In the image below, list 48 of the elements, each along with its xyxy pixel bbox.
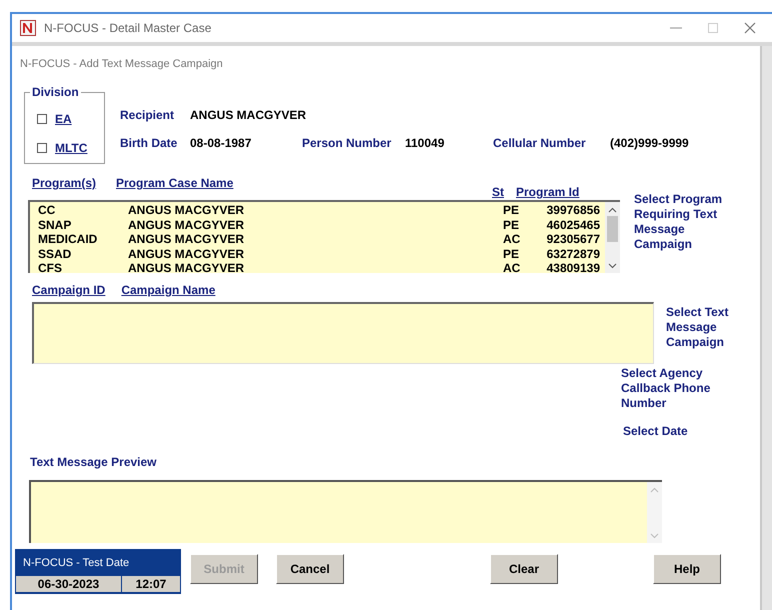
preview-label: Text Message Preview [30, 455, 157, 469]
program-row[interactable]: SNAP ANGUS MACGYVER PE 46025465 [38, 218, 605, 232]
action-button[interactable]: Help [653, 554, 721, 584]
person-number-value: 110049 [405, 135, 446, 152]
column-header[interactable]: Program(s) [28, 174, 116, 192]
callback-label: Select Agency Callback Phone Number [621, 366, 712, 411]
preview-box[interactable] [29, 480, 662, 543]
program-list[interactable]: CC ANGUS MACGYVER PE 39976856 SNAP ANGUS MACGYVER PE 46025465 MEDICAID ANGUS MACGYVER AC 92305677 SSAD ANGUS MACGYVER PE 63272879 CFS ANGUS MACGYVER AC 43809139 [28, 200, 620, 273]
minimize-icon[interactable] [670, 27, 682, 29]
birth-date-value: 08-08-1987 [190, 135, 252, 152]
maximize-icon[interactable] [708, 23, 718, 33]
checkbox[interactable] [37, 143, 47, 153]
hint-label: Select Program Requiring Text Message Campaign [634, 192, 724, 253]
time-value: 12:07 [122, 576, 180, 592]
column-header[interactable]: St [492, 183, 516, 201]
field-label: Birth Date [120, 135, 178, 152]
program-row[interactable]: CC ANGUS MACGYVER PE 39976856 [38, 203, 605, 218]
date-label: Select Date [623, 423, 689, 440]
campaign-list[interactable] [32, 302, 654, 364]
field-label: Recipient [120, 107, 176, 124]
scroll-up-icon[interactable] [608, 207, 617, 213]
program-row[interactable]: SSAD ANGUS MACGYVER PE 63272879 [38, 246, 605, 261]
panel-title: N-FOCUS - Test Date [22, 556, 130, 571]
app-logo-icon [20, 20, 36, 36]
window-title: N-FOCUS - Detail Master Case [44, 20, 212, 37]
scrollbar[interactable] [762, 46, 772, 610]
column-header[interactable]: Program Id [516, 183, 606, 201]
date-value: 06-30-2023 [16, 576, 121, 592]
cellular-number-value: (402)999-9999 [610, 135, 689, 152]
action-button[interactable]: Clear [490, 554, 558, 584]
checkbox[interactable] [37, 114, 47, 124]
action-button[interactable]: Cancel [276, 554, 344, 584]
hint-label: Select Text Message Campaign [666, 305, 730, 351]
program-row[interactable]: CFS ANGUS MACGYVER AC 43809139 [38, 261, 605, 273]
scroll-down-icon[interactable] [608, 263, 617, 269]
scrollbar-thumb[interactable] [607, 216, 618, 242]
dialog-title: N-FOCUS - Add Text Message Campaign [20, 56, 223, 72]
column-header[interactable]: Campaign ID [32, 281, 106, 299]
close-icon[interactable] [744, 22, 756, 34]
field-label: Person Number [302, 135, 392, 152]
field-label: Cellular Number [493, 135, 587, 152]
recipient-value: ANGUS MACGYVER [190, 107, 306, 124]
scrollbar[interactable] [605, 202, 620, 273]
column-header[interactable]: Program Case Name [116, 174, 492, 192]
checkbox-label[interactable]: EA [55, 110, 72, 128]
checkbox-label[interactable]: MLTC [55, 139, 88, 157]
program-row[interactable]: MEDICAID ANGUS MACGYVER AC 92305677 [38, 232, 605, 246]
column-header[interactable]: Campaign Name [121, 281, 216, 299]
